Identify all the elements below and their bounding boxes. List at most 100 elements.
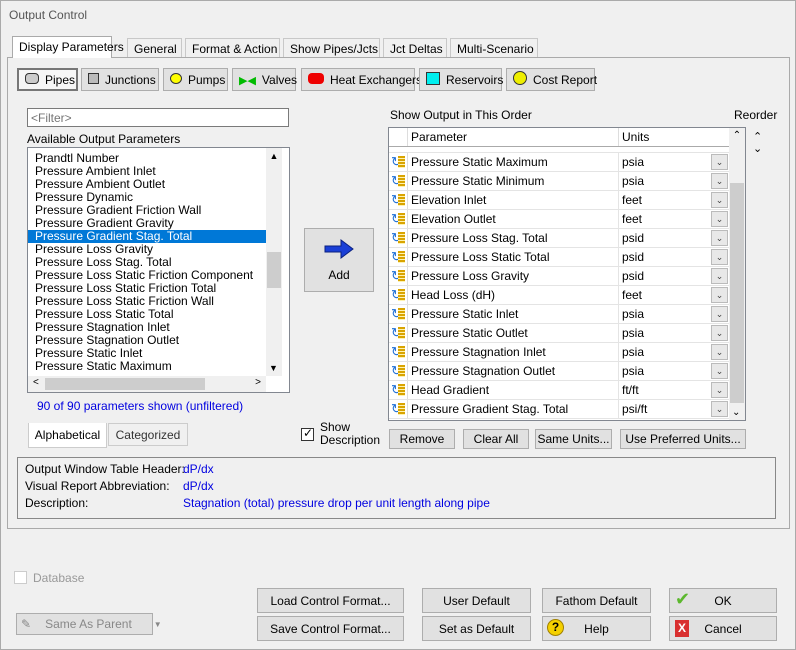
units-dropdown-chevron-icon[interactable]: ⌄ [711,230,728,246]
units-dropdown-chevron-icon[interactable]: ⌄ [711,382,728,398]
units-cell: psia [622,174,645,188]
cost-report-icon [513,71,527,88]
ok-label: OK [714,593,732,608]
show-description-checkbox[interactable]: ✓ Show Description [301,421,380,447]
table-row[interactable]: ↻ Pressure Static Outlet psia ⌄ [389,324,729,343]
table-row[interactable]: ↻ Pressure Loss Gravity psid ⌄ [389,267,729,286]
hscroll-thumb[interactable] [45,378,205,390]
ok-button[interactable]: ✔ OK [669,588,777,613]
user-default-button[interactable]: User Default [422,588,531,613]
tab-format-action[interactable]: Format & Action [185,38,280,58]
grid-vertical-scrollbar[interactable]: ⌃ ⌄ [729,128,745,420]
list-item[interactable]: Pressure Static Maximum [28,360,267,373]
units-dropdown-chevron-icon[interactable]: ⌄ [711,173,728,189]
table-row[interactable]: ↻ Pressure Static Minimum psia ⌄ [389,172,729,191]
units-dropdown-chevron-icon[interactable]: ⌄ [711,249,728,265]
database-checkbox[interactable]: Database [14,571,84,585]
save-control-format-button[interactable]: Save Control Format... [257,616,404,641]
move-down-button[interactable]: ⌄ [753,142,762,155]
units-dropdown-chevron-icon[interactable]: ⌄ [711,344,728,360]
scroll-right-icon[interactable]: > [255,377,261,388]
table-row[interactable]: ↻ Pressure Static Maximum psia ⌄ [389,153,729,172]
parameter-cell: Pressure Loss Stag. Total [408,229,619,247]
parameter-cell: Pressure Loss Gravity [408,267,619,285]
list-horizontal-scrollbar[interactable]: < > [28,376,266,392]
parameter-cell: Pressure Static Inlet [408,305,619,323]
units-dropdown-chevron-icon[interactable]: ⌄ [711,306,728,322]
units-cell: psia [622,307,645,321]
filter-input[interactable] [27,108,289,127]
button-label: Junctions [105,72,156,87]
units-dropdown-chevron-icon[interactable]: ⌄ [711,287,728,303]
units-dropdown-chevron-icon[interactable]: ⌄ [711,325,728,341]
junction-icon [88,72,99,87]
scroll-left-icon[interactable]: < [33,377,39,388]
dropdown-value: Same As Parent [45,617,132,631]
table-row[interactable]: ↻ Pressure Loss Static Total psid ⌄ [389,248,729,267]
tab-jct-deltas[interactable]: Jct Deltas [383,38,447,58]
pumps-button[interactable]: Pumps [163,68,228,91]
units-dropdown-chevron-icon[interactable]: ⌄ [711,192,728,208]
units-cell: feet [622,288,643,302]
list-vertical-scrollbar[interactable]: ▲ ▼ [266,148,282,376]
output-order-grid[interactable]: Parameter Units ↻ Pressure Static Maximum… [388,127,746,421]
units-dropdown-chevron-icon[interactable]: ⌄ [711,154,728,170]
table-row[interactable]: ↻ Elevation Inlet feet ⌄ [389,191,729,210]
heat-exchangers-button[interactable]: Heat Exchangers [301,68,422,91]
tab-show-pipes-jcts[interactable]: Show Pipes/Jcts [283,38,380,58]
tab-multi-scenario[interactable]: Multi-Scenario [450,38,538,58]
units-dropdown-chevron-icon[interactable]: ⌄ [711,363,728,379]
tab-general[interactable]: General [127,38,182,58]
abbreviation-value: dP/dx [183,479,214,493]
table-row[interactable]: ↻ Pressure Stagnation Outlet psia ⌄ [389,362,729,381]
pipes-button[interactable]: Pipes [17,68,78,91]
pump-icon [170,72,182,87]
reservoirs-button[interactable]: Reservoirs [419,68,503,91]
parameter-icon: ↻ [391,174,405,188]
table-row[interactable]: ↻ Head Loss (dH) feet ⌄ [389,286,729,305]
units-dropdown-chevron-icon[interactable]: ⌄ [711,401,728,417]
same-units-button[interactable]: Same Units... [535,429,612,449]
valves-button[interactable]: ▶◀ Valves [232,68,297,91]
available-parameters-list[interactable]: Prandtl Number Pressure Ambient Inlet Pres… [27,147,290,393]
fathom-default-button[interactable]: Fathom Default [542,588,651,613]
checkbox[interactable] [14,571,27,584]
tab-alphabetical[interactable]: Alphabetical [28,423,107,448]
parameter-icon: ↻ [391,402,405,416]
button-label: Pumps [188,72,226,87]
scroll-down-icon[interactable]: ⌄ [732,407,740,418]
valve-icon: ▶◀ [239,74,256,87]
same-as-parent-dropdown[interactable]: ✎ Same As Parent ▼ [16,613,162,635]
table-header-label: Output Window Table Header: [25,462,185,476]
remove-button[interactable]: Remove [389,429,455,449]
tab-categorized[interactable]: Categorized [108,423,188,446]
scroll-up-icon[interactable]: ⌃ [729,130,745,141]
table-row[interactable]: ↻ Pressure Loss Stag. Total psid ⌄ [389,229,729,248]
table-row[interactable]: ↻ Head Gradient ft/ft ⌄ [389,381,729,400]
scroll-down-icon[interactable]: ▼ [269,363,278,373]
scroll-thumb[interactable] [267,252,281,288]
cancel-button[interactable]: X Cancel [669,616,777,641]
cost-report-button[interactable]: Cost Report [506,68,597,91]
parameter-icon: ↻ [391,383,405,397]
scroll-up-icon[interactable]: ▲ [266,151,282,161]
load-control-format-button[interactable]: Load Control Format... [257,588,404,613]
parameter-cell: Pressure Stagnation Outlet [408,362,619,380]
set-as-default-button[interactable]: Set as Default [422,616,531,641]
table-row[interactable]: ↻ Pressure Static Inlet psia ⌄ [389,305,729,324]
checkbox[interactable]: ✓ [301,426,314,441]
clear-all-button[interactable]: Clear All [463,429,529,449]
help-button[interactable]: ? Help [542,616,651,641]
scroll-thumb[interactable] [730,183,744,403]
units-dropdown-chevron-icon[interactable]: ⌄ [711,268,728,284]
add-button[interactable]: Add [304,228,374,292]
junctions-button[interactable]: Junctions [81,68,159,91]
use-preferred-units-button[interactable]: Use Preferred Units... [620,429,746,449]
units-dropdown-chevron-icon[interactable]: ⌄ [711,211,728,227]
table-row[interactable]: ↻ Elevation Outlet feet ⌄ [389,210,729,229]
table-row[interactable]: ↻ Pressure Gradient Stag. Total psi/ft ⌄ [389,400,729,419]
parameter-icon: ↻ [391,307,405,321]
tab-display-parameters[interactable]: Display Parameters [12,36,124,58]
available-label: Available Output Parameters [27,132,181,146]
table-row[interactable]: ↻ Pressure Stagnation Inlet psia ⌄ [389,343,729,362]
